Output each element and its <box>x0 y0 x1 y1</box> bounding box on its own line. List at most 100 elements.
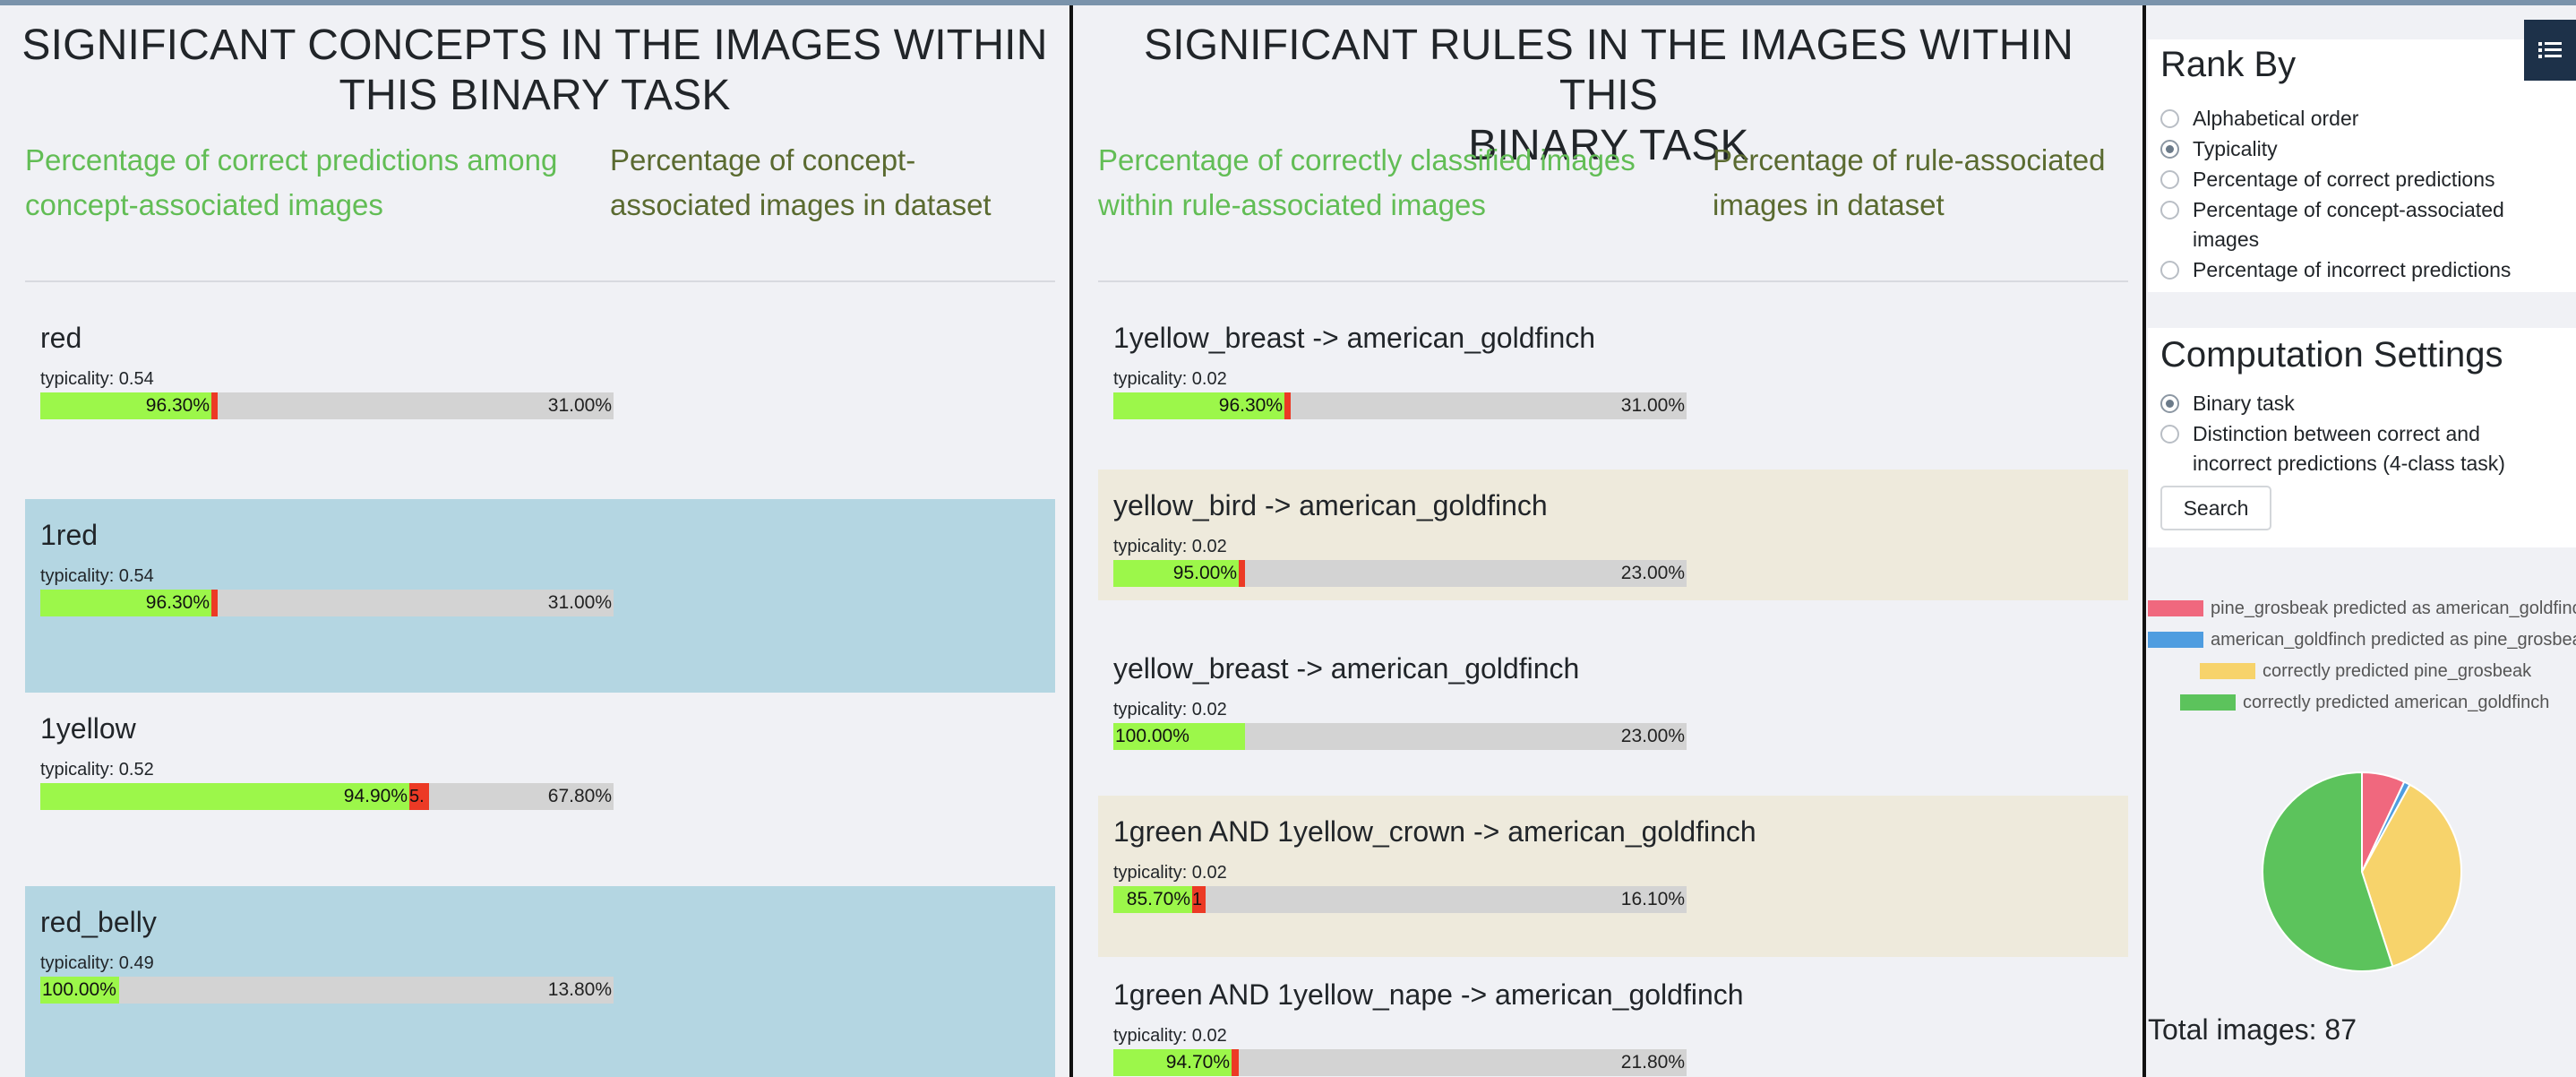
typicality-label: typicality: 0.02 <box>1113 369 1227 389</box>
option-label: images <box>2193 228 2260 251</box>
rule-item-label: 1green AND 1yellow_nape -> american_gold… <box>1113 978 1744 1011</box>
rule-item[interactable]: yellow_breast -> american_goldfinchtypic… <box>1098 633 2128 783</box>
legend-swatch <box>2148 632 2203 648</box>
concept-item[interactable]: 1yellow typicality: 0.52 94.90% 5. 67.80% <box>25 693 1055 886</box>
option-label: Typicality <box>2193 137 2278 160</box>
typicality-label: typicality: 0.54 <box>40 566 154 586</box>
search-button[interactable]: Search <box>2160 486 2271 530</box>
computation-settings-title: Computation Settings <box>2160 335 2503 375</box>
option-label: Percentage of incorrect predictions <box>2193 258 2512 281</box>
incorrect-fill <box>211 392 218 419</box>
rules-divider <box>1098 280 2128 282</box>
correct-percentage: 85.70% <box>1126 889 1190 909</box>
computation-option[interactable]: Binary task <box>2160 389 2555 418</box>
total-images: Total images: 87 <box>2148 1013 2357 1046</box>
radio-button[interactable] <box>2160 425 2179 444</box>
rule-item[interactable]: yellow_bird -> american_goldfinchtypical… <box>1098 470 2128 600</box>
option-label: Distinction between correct and <box>2193 422 2480 445</box>
concepts-title-line1: SIGNIFICANT CONCEPTS IN THE IMAGES WITHI… <box>21 22 1048 69</box>
correct-percentage: 96.30% <box>1218 395 1283 416</box>
legend-correct-line2: concept-associated images <box>25 188 383 221</box>
legend-dataset-line1: Percentage of rule-associated <box>1713 143 2106 177</box>
correct-percentage: 94.70% <box>1165 1052 1230 1073</box>
incorrect-fill <box>1239 560 1245 587</box>
rank-by-option[interactable]: Percentage of incorrect predictions <box>2160 255 2555 285</box>
concept-item[interactable]: red_belly typicality: 0.49 100.00% 13.80% <box>25 886 1055 1077</box>
legend-correct-line2: within rule-associated images <box>1098 188 1486 221</box>
rule-item[interactable]: 1green AND 1yellow_crown -> american_gol… <box>1098 796 2128 957</box>
rule-item-label: 1yellow_breast -> american_goldfinch <box>1113 322 1596 354</box>
concepts-legend-dataset: Percentage of concept- associated images… <box>610 138 992 228</box>
dataset-percentage: 31.00% <box>1620 395 1685 416</box>
legend-label: american_goldfinch predicted as pine_gro… <box>2211 630 2576 650</box>
radio-button[interactable] <box>2160 261 2179 280</box>
typicality-label: typicality: 0.02 <box>1113 863 1227 883</box>
correct-percentage: 100.00% <box>1115 726 1189 746</box>
correct-percentage: 96.30% <box>145 395 210 416</box>
option-label: Binary task <box>2193 392 2295 415</box>
concept-item[interactable]: 1red typicality: 0.54 96.30% 31.00% <box>25 499 1055 693</box>
percentage-bar: 96.30% 31.00% <box>40 590 614 616</box>
radio-button[interactable] <box>2160 140 2179 159</box>
rules-title-line1: SIGNIFICANT RULES IN THE IMAGES WITHIN T… <box>1144 22 2074 119</box>
percentage-bar: 94.70% 21.80% <box>1113 1049 1687 1076</box>
legend-swatch <box>2180 694 2236 711</box>
rule-item[interactable]: 1green AND 1yellow_nape -> american_gold… <box>1098 959 2128 1077</box>
percentage-bar: 95.00% 23.00% <box>1113 560 1687 587</box>
sidebar: Rank By Alphabetical order Typicality Perc… <box>2148 5 2576 1077</box>
concept-item[interactable]: red typicality: 0.54 96.30% 31.00% <box>25 302 1055 490</box>
concepts-divider <box>25 280 1055 282</box>
legend-swatch <box>2148 600 2203 616</box>
concept-item-label: red <box>40 322 82 354</box>
concepts-title: SIGNIFICANT CONCEPTS IN THE IMAGES WITHI… <box>0 21 1069 121</box>
dataset-percentage: 13.80% <box>547 979 612 1000</box>
percentage-bar: 100.00% 23.00% <box>1113 723 1687 750</box>
option-label: incorrect predictions (4-class task) <box>2193 452 2505 475</box>
rules-legend-dataset: Percentage of rule-associated images in … <box>1713 138 2105 228</box>
computation-option[interactable]: Distinction between correct and incorrect… <box>2160 419 2555 478</box>
typicality-label: typicality: 0.02 <box>1113 700 1227 719</box>
percentage-bar: 96.30% 31.00% <box>40 392 614 419</box>
rules-panel: SIGNIFICANT RULES IN THE IMAGES WITHIN T… <box>1073 5 2144 1077</box>
radio-button[interactable] <box>2160 170 2179 189</box>
dataset-percentage: 21.80% <box>1620 1052 1685 1073</box>
panel-divider-right <box>2142 5 2146 1077</box>
computation-settings-card: Computation Settings Binary task Distinct… <box>2148 328 2576 547</box>
rank-by-option[interactable]: Percentage of concept-associated images <box>2160 195 2555 254</box>
incorrect-fill <box>1284 392 1291 419</box>
concepts-legend-correct: Percentage of correct predictions among … <box>25 138 557 228</box>
rule-item-label: yellow_breast -> american_goldfinch <box>1113 652 1580 685</box>
typicality-label: typicality: 0.52 <box>40 760 154 780</box>
legend-swatch <box>2200 663 2255 679</box>
rule-item[interactable]: 1yellow_breast -> american_goldfinchtypi… <box>1098 302 2128 452</box>
typicality-label: typicality: 0.02 <box>1113 1026 1227 1046</box>
dataset-percentage: 67.80% <box>547 786 612 806</box>
legend-dataset-line1: Percentage of concept- <box>610 143 916 177</box>
correct-percentage: 100.00% <box>42 979 116 1000</box>
rank-by-option[interactable]: Percentage of correct predictions <box>2160 165 2555 194</box>
typicality-label: typicality: 0.02 <box>1113 537 1227 556</box>
typicality-label: typicality: 0.49 <box>40 953 154 973</box>
incorrect-fill <box>211 590 218 616</box>
dataset-percentage: 31.00% <box>547 395 612 416</box>
radio-button[interactable] <box>2160 109 2179 128</box>
rule-item-label: yellow_bird -> american_goldfinch <box>1113 489 1548 521</box>
radio-button[interactable] <box>2160 201 2179 220</box>
concept-item-label: red_belly <box>40 906 157 938</box>
rank-by-card: Rank By Alphabetical order Typicality Perc… <box>2148 39 2576 292</box>
rank-by-option[interactable]: Alphabetical order <box>2160 104 2555 134</box>
rules-legend-correct: Percentage of correctly classified image… <box>1098 138 1636 228</box>
legend-label: correctly predicted american_goldfinch <box>2243 693 2550 712</box>
dataset-percentage: 16.10% <box>1620 889 1685 909</box>
dataset-percentage: 23.00% <box>1620 726 1685 746</box>
legend-correct-line1: Percentage of correctly classified image… <box>1098 143 1636 177</box>
radio-button[interactable] <box>2160 394 2179 413</box>
legend-correct-line1: Percentage of correct predictions among <box>25 143 558 177</box>
rank-by-option[interactable]: Typicality <box>2160 134 2555 164</box>
legend-dataset-line2: images in dataset <box>1713 188 1945 221</box>
incorrect-fill <box>1232 1049 1239 1076</box>
typicality-label: typicality: 0.54 <box>40 369 154 389</box>
concept-item-label: 1red <box>40 519 99 551</box>
predictions-pie-chart <box>2262 771 2462 972</box>
menu-toggle-button[interactable] <box>2524 20 2576 81</box>
